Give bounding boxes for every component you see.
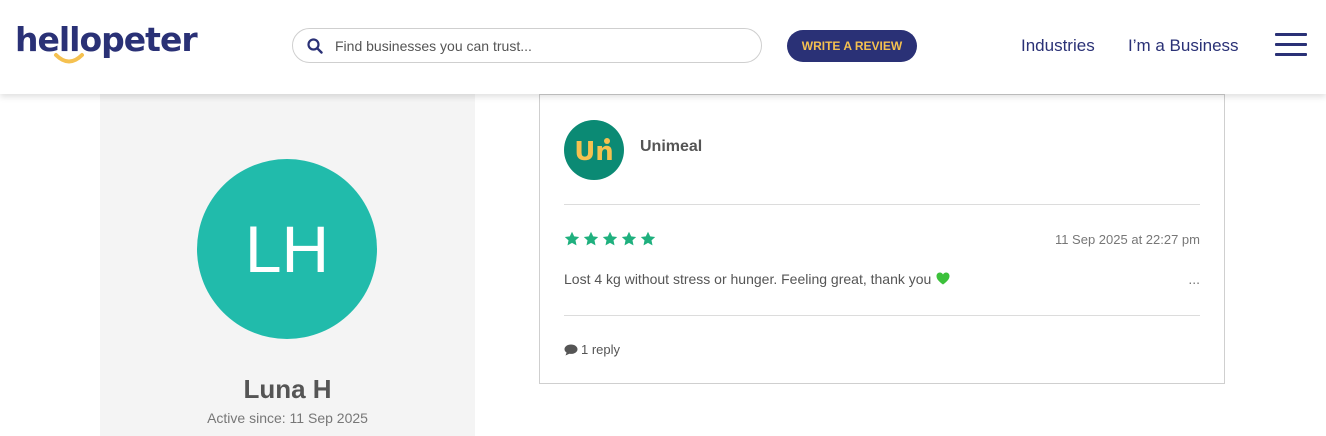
comment-icon — [564, 344, 578, 355]
write-review-button[interactable]: WRITE A REVIEW — [787, 30, 917, 62]
review-text: Lost 4 kg without stress or hunger. Feel… — [564, 271, 950, 287]
star-icon — [583, 231, 599, 246]
star-icon — [640, 231, 656, 246]
green-heart-icon — [936, 272, 950, 285]
replies-link[interactable]: 1 reply — [564, 342, 620, 357]
star-icon — [621, 231, 637, 246]
nav-business-link[interactable]: I’m a Business — [1128, 36, 1239, 56]
unimeal-logo-icon: Un — [574, 137, 614, 167]
hellopeter-logo[interactable]: hellopeter — [15, 18, 198, 70]
star-icon — [602, 231, 618, 246]
search-input[interactable] — [335, 37, 735, 54]
business-name[interactable]: Unimeal — [640, 138, 702, 156]
search-icon[interactable] — [307, 37, 323, 54]
review-body: Lost 4 kg without stress or hunger. Feel… — [564, 271, 932, 287]
profile-panel: LH Luna H Active since: 11 Sep 2025 — [100, 94, 475, 436]
business-logo[interactable]: Un — [564, 120, 624, 180]
site-header: hellopeter WRITE A REVIEW Industries I’m… — [0, 0, 1326, 94]
logo-smile-icon — [54, 53, 84, 64]
divider — [564, 204, 1200, 205]
reply-count: 1 reply — [581, 342, 621, 357]
review-card: Un Unimeal 11 Sep 2025 at 22:27 pm Lost … — [539, 94, 1225, 384]
menu-icon[interactable] — [1275, 33, 1307, 57]
review-date: 11 Sep 2025 at 22:27 pm — [1054, 232, 1200, 247]
nav-industries-link[interactable]: Industries — [1021, 36, 1095, 56]
star-rating — [564, 231, 656, 247]
search-bar — [292, 28, 762, 63]
active-since: Active since: 11 Sep 2025 — [207, 410, 368, 426]
logo-wordmark: hellopeter — [15, 20, 198, 59]
profile-name: Luna H — [243, 374, 332, 404]
more-options-button[interactable]: ... — [1188, 271, 1200, 287]
avatar: LH — [197, 159, 377, 339]
star-icon — [564, 231, 580, 246]
divider — [564, 315, 1200, 316]
